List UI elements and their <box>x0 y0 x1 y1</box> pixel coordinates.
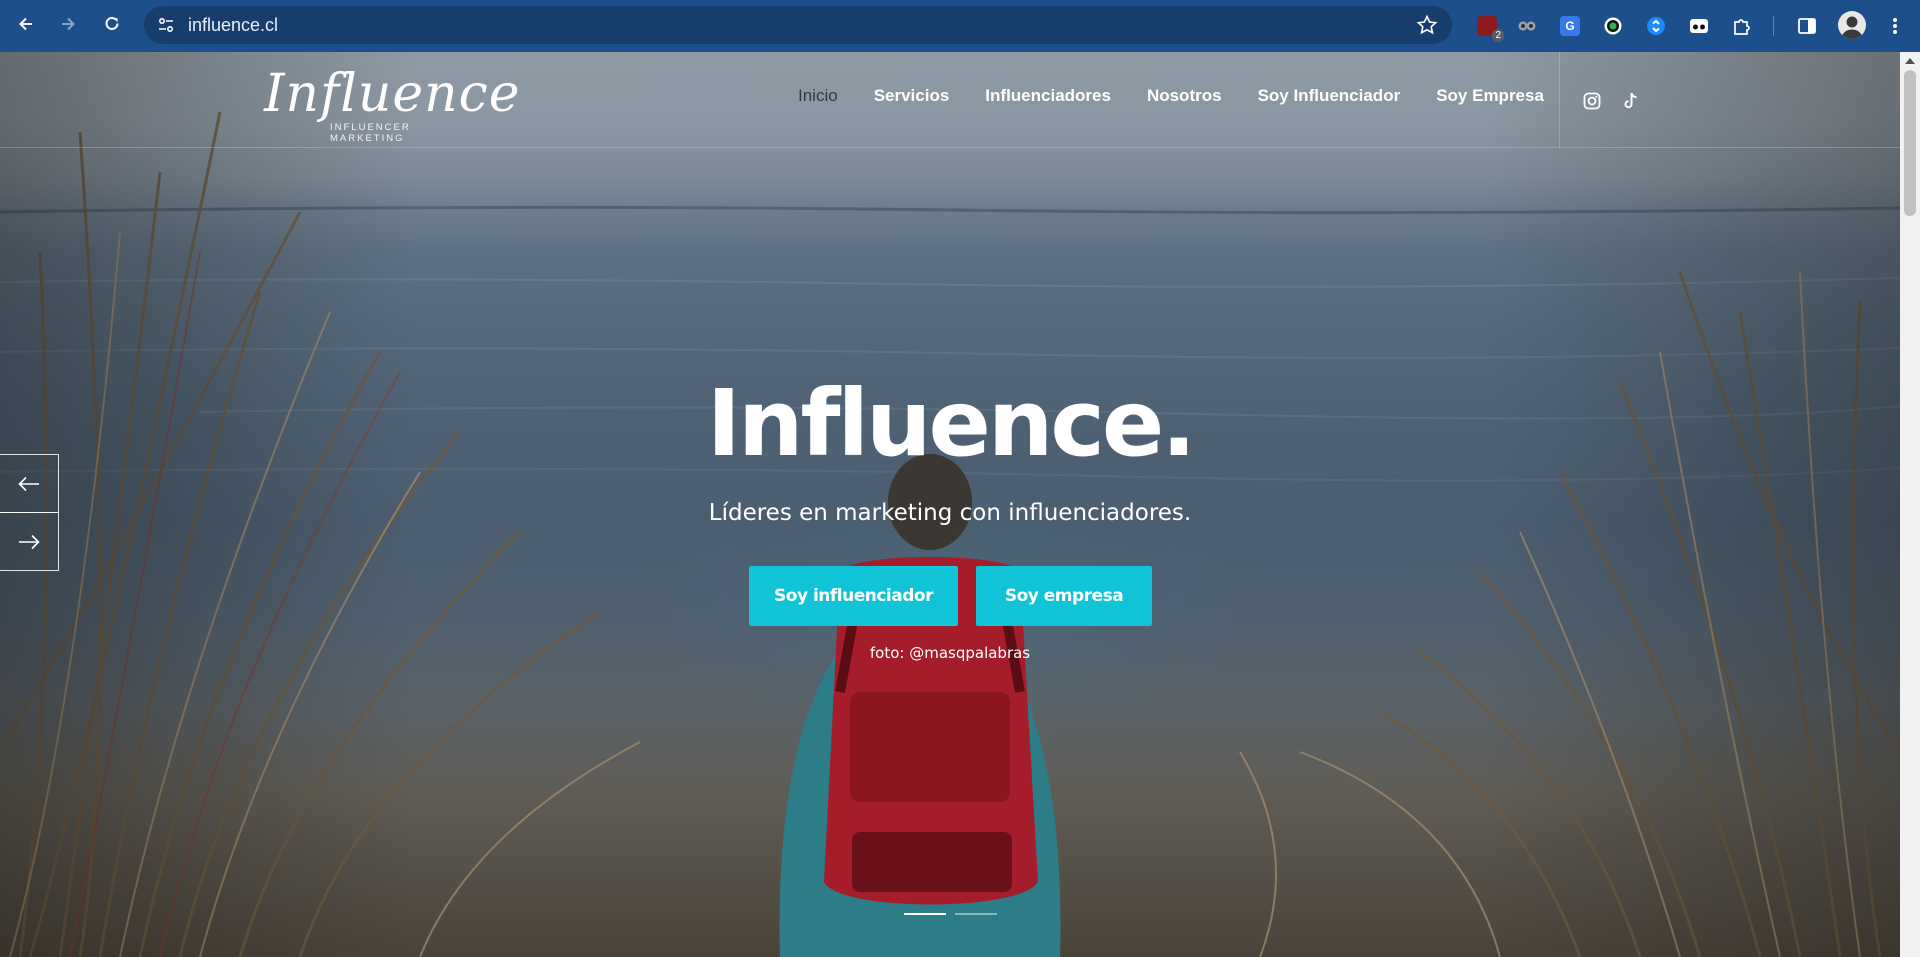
nav-item-nosotros[interactable]: Nosotros <box>1129 86 1240 116</box>
extension-translate-icon[interactable]: G <box>1555 11 1585 41</box>
site-info-icon[interactable] <box>154 13 178 37</box>
arrow-right-icon <box>19 534 40 549</box>
address-bar[interactable]: influence.cl <box>144 6 1452 44</box>
nav-item-influenciadores[interactable]: Influenciadores <box>967 86 1129 116</box>
nav-item-servicios[interactable]: Servicios <box>856 86 968 116</box>
extension-shazam-icon[interactable] <box>1641 11 1671 41</box>
nav-item-soy-empresa[interactable]: Soy Empresa <box>1418 86 1562 116</box>
forward-arrow-icon <box>62 17 75 31</box>
logo-script: Influence <box>264 64 521 124</box>
nav-divider <box>1559 52 1560 148</box>
page-scrollbar[interactable] <box>1900 52 1920 957</box>
slider-prev-button[interactable] <box>0 454 59 513</box>
arrow-left-icon <box>18 476 39 491</box>
extension-glasses-icon[interactable] <box>1684 11 1714 41</box>
reload-icon <box>105 16 119 30</box>
extension-circle-icon[interactable] <box>1598 11 1628 41</box>
page-viewport: Influence INFLUENCER MARKETING Inicio Se… <box>0 52 1900 957</box>
forward-button[interactable] <box>50 6 86 42</box>
hero-subtitle: Líderes en marketing con influenciadores… <box>708 500 1192 526</box>
url-text[interactable]: influence.cl <box>188 15 278 36</box>
site-header: Influence INFLUENCER MARKETING Inicio Se… <box>0 52 1900 148</box>
soy-influenciador-button[interactable]: Soy influenciador <box>749 566 958 626</box>
extensions-puzzle-icon[interactable] <box>1727 11 1757 41</box>
toolbar-divider <box>1773 16 1774 36</box>
nav-item-soy-influenciador[interactable]: Soy Influenciador <box>1240 86 1419 116</box>
back-button[interactable] <box>8 6 44 42</box>
scroll-up-arrow-icon[interactable] <box>1905 58 1915 64</box>
profile-avatar[interactable] <box>1838 11 1866 39</box>
scroll-thumb[interactable] <box>1904 70 1916 216</box>
extension-owl-icon[interactable] <box>1512 11 1542 41</box>
slider-next-button[interactable] <box>0 512 59 571</box>
browser-menu-icon[interactable] <box>1880 11 1910 41</box>
photo-credit: foto: @masqpalabras <box>869 644 1031 662</box>
slide-indicator-2[interactable] <box>955 913 997 915</box>
tiktok-icon[interactable] <box>1620 90 1642 112</box>
instagram-icon[interactable] <box>1581 90 1603 112</box>
soy-empresa-button[interactable]: Soy empresa <box>976 566 1152 626</box>
slide-indicator-1[interactable] <box>904 913 946 915</box>
bookmark-star-icon[interactable] <box>1416 14 1438 36</box>
main-navigation: Inicio Servicios Influenciadores Nosotro… <box>780 86 1562 116</box>
reload-button[interactable] <box>94 6 130 42</box>
nav-item-inicio[interactable]: Inicio <box>780 86 856 116</box>
side-panel-icon[interactable] <box>1792 11 1822 41</box>
extension-ublock-icon[interactable]: 2 <box>1472 11 1504 42</box>
site-logo[interactable]: Influence INFLUENCER MARKETING <box>264 64 520 144</box>
browser-toolbar: influence.cl 2 G <box>0 0 1920 52</box>
logo-tagline: INFLUENCER MARKETING <box>330 122 411 144</box>
extension-badge: 2 <box>1492 29 1504 42</box>
hero-title: Influence. <box>706 370 1197 477</box>
back-arrow-icon <box>19 17 32 31</box>
